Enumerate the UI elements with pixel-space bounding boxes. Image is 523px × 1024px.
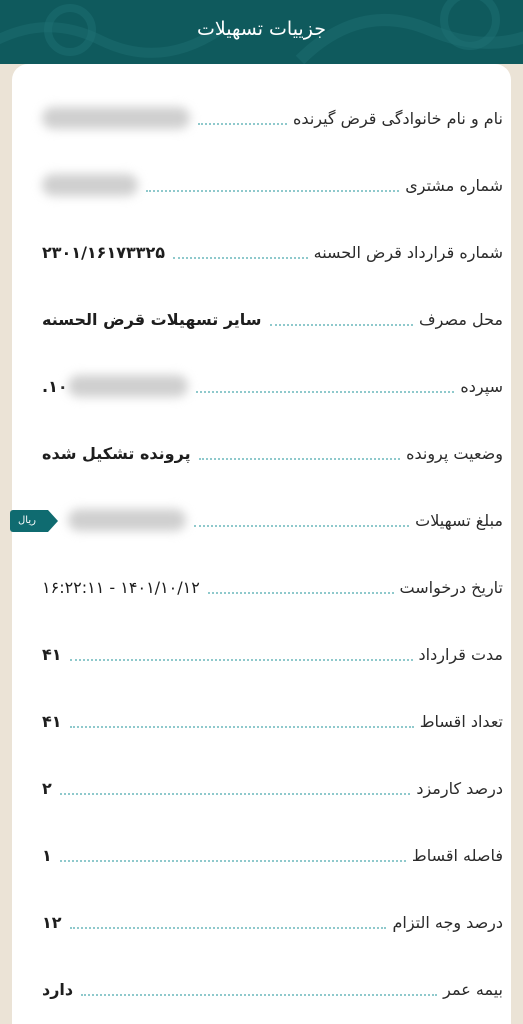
page-title: جزییات تسهیلات bbox=[197, 18, 326, 40]
dotted-leader bbox=[59, 793, 411, 795]
row-label: محل مصرف bbox=[419, 309, 503, 329]
row-value: دارد bbox=[42, 979, 74, 999]
row-installment-interval: فاصله اقساط ۱ bbox=[12, 835, 511, 875]
row-label: شماره مشتری bbox=[405, 175, 503, 195]
dotted-leader bbox=[198, 123, 288, 125]
row-value: ۴۱ bbox=[42, 711, 62, 731]
row-label: بیمه عمر bbox=[443, 979, 503, 999]
row-loan-amount: مبلغ تسهیلات ریال bbox=[10, 500, 511, 540]
row-label: مبلغ تسهیلات bbox=[415, 510, 503, 530]
partially-redacted-value: ۱۰. bbox=[42, 375, 188, 397]
row-label: وضعیت پرونده bbox=[406, 443, 503, 463]
dotted-leader bbox=[69, 726, 414, 728]
redacted-part bbox=[67, 375, 188, 397]
redacted-value bbox=[67, 509, 186, 531]
dotted-leader bbox=[81, 994, 438, 996]
row-file-status: وضعیت پرونده پرونده تشکیل شده bbox=[12, 433, 511, 473]
row-value: پرونده تشکیل شده bbox=[42, 443, 191, 463]
row-label: سپرده bbox=[460, 376, 503, 396]
redacted-value bbox=[42, 174, 138, 196]
row-penalty-percent: درصد وجه التزام ۱۲ bbox=[12, 902, 511, 942]
dotted-leader bbox=[198, 458, 401, 460]
currency-label: ریال bbox=[10, 510, 58, 532]
row-contract-duration: مدت قرارداد ۴۱ bbox=[12, 634, 511, 674]
row-value: ۱۰. bbox=[42, 376, 68, 396]
dotted-leader bbox=[173, 257, 308, 259]
redacted-value bbox=[42, 107, 190, 129]
row-life-insurance: بیمه عمر دارد bbox=[12, 969, 511, 1009]
row-label: مدت قرارداد bbox=[418, 644, 503, 664]
row-label: تعداد اقساط bbox=[419, 711, 503, 731]
details-panel: نام و نام خانوادگی قرض گیرنده شماره مشتر… bbox=[10, 64, 511, 1024]
dotted-leader bbox=[69, 927, 387, 929]
dotted-leader bbox=[69, 659, 413, 661]
row-value: ۱ bbox=[42, 845, 52, 865]
app-header: جزییات تسهیلات bbox=[0, 0, 523, 64]
row-usage-location: محل مصرف سایر تسهیلات قرض الحسنه bbox=[12, 299, 511, 339]
row-value: سایر تسهیلات قرض الحسنه bbox=[42, 309, 262, 329]
dotted-leader bbox=[193, 525, 410, 527]
row-value: ۴۱ bbox=[42, 644, 62, 664]
row-label: شماره قرارداد قرض الحسنه bbox=[313, 242, 503, 262]
row-label: درصد کارمزد bbox=[416, 778, 503, 798]
row-value: ۱۴۰۱/۱۰/۱۲ - ۱۶:۲۲:۱۱ bbox=[42, 577, 200, 597]
dotted-leader bbox=[195, 391, 455, 393]
currency-badge: ریال bbox=[10, 508, 58, 532]
dotted-leader bbox=[269, 324, 414, 326]
row-value: ۲۳۰۱/۱۶۱۷۳۳۲۵ bbox=[42, 242, 166, 262]
row-value: ۲ bbox=[42, 778, 52, 798]
dotted-leader bbox=[59, 860, 406, 862]
row-label: فاصله اقساط bbox=[411, 845, 503, 865]
row-request-date: تاریخ درخواست ۱۴۰۱/۱۰/۱۲ - ۱۶:۲۲:۱۱ bbox=[12, 567, 511, 607]
row-customer-number: شماره مشتری bbox=[12, 165, 511, 205]
row-value: ۱۲ bbox=[42, 912, 62, 932]
row-borrower-name: نام و نام خانوادگی قرض گیرنده bbox=[12, 98, 511, 138]
dotted-leader bbox=[207, 592, 394, 594]
row-label: درصد وجه التزام bbox=[392, 912, 503, 932]
dotted-leader bbox=[146, 190, 400, 192]
row-label: نام و نام خانوادگی قرض گیرنده bbox=[293, 108, 503, 128]
row-deposit: سپرده ۱۰. bbox=[12, 366, 511, 406]
row-fee-percent: درصد کارمزد ۲ bbox=[12, 768, 511, 808]
row-label: تاریخ درخواست bbox=[399, 577, 504, 597]
row-installment-count: تعداد اقساط ۴۱ bbox=[12, 701, 511, 741]
row-contract-number: شماره قرارداد قرض الحسنه ۲۳۰۱/۱۶۱۷۳۳۲۵ bbox=[12, 232, 511, 272]
